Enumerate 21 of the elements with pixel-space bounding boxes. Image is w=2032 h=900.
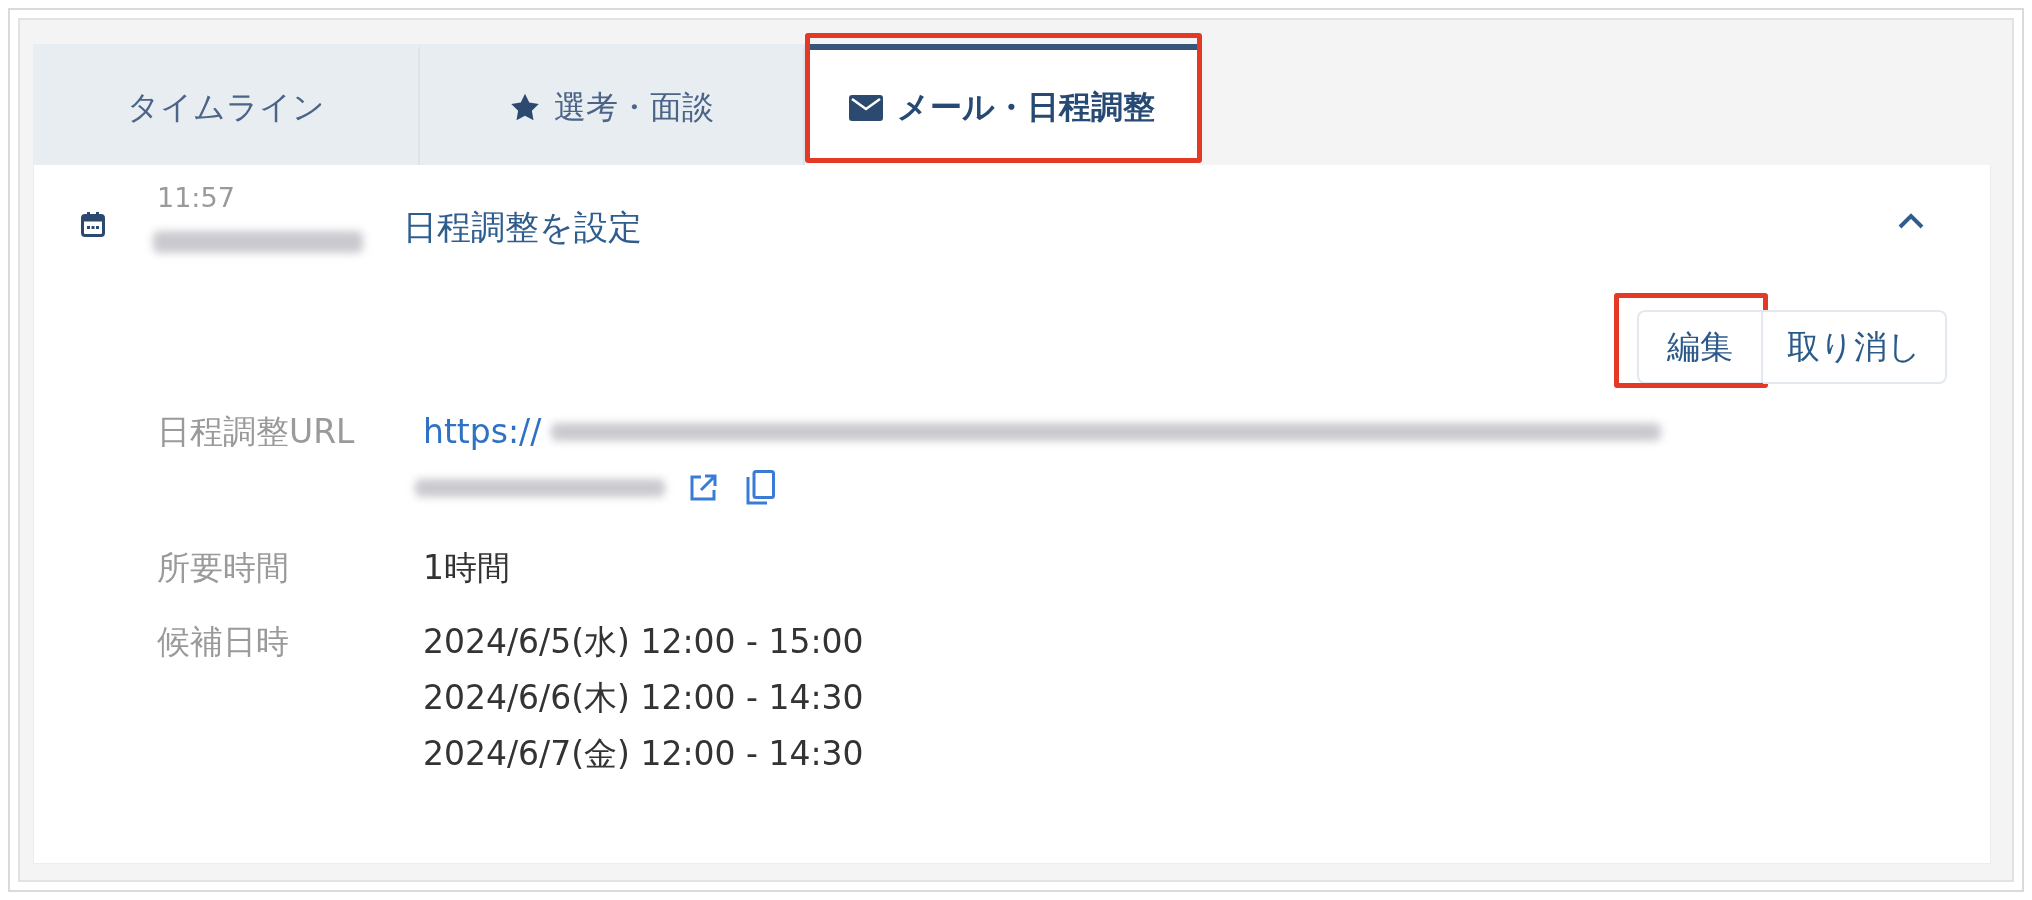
url-link[interactable]: https:// [423, 412, 542, 452]
field-label: 日程調整URL [157, 412, 356, 452]
field-label: 候補日時 [157, 621, 290, 663]
action-button[interactable]: 編集 [1637, 310, 1763, 384]
field-value: 2024/6/5(水) 12:00 - 15:00 [423, 621, 864, 663]
event-title: 日程調整を設定 [403, 207, 643, 247]
envelope-icon [849, 94, 883, 121]
field-value: 2024/6/7(金) 12:00 - 14:30 [423, 733, 864, 775]
field-label: 所要時間 [157, 547, 290, 589]
tab[interactable]: メール・日程調整 [805, 44, 1199, 165]
external-link-icon[interactable] [689, 474, 717, 502]
tab[interactable]: 選考・面談 [420, 44, 805, 165]
calendar-icon [81, 212, 105, 237]
field-value: 2024/6/6(木) 12:00 - 14:30 [423, 677, 864, 719]
chevron-up-icon[interactable] [1898, 212, 1924, 229]
event-time: 11:57 [157, 183, 235, 213]
copy-icon[interactable] [745, 470, 775, 506]
action-button[interactable]: 取り消し [1763, 310, 1947, 384]
field-value: 1時間 [423, 547, 510, 589]
tab[interactable]: タイムライン [33, 44, 420, 165]
star-icon [509, 93, 540, 122]
